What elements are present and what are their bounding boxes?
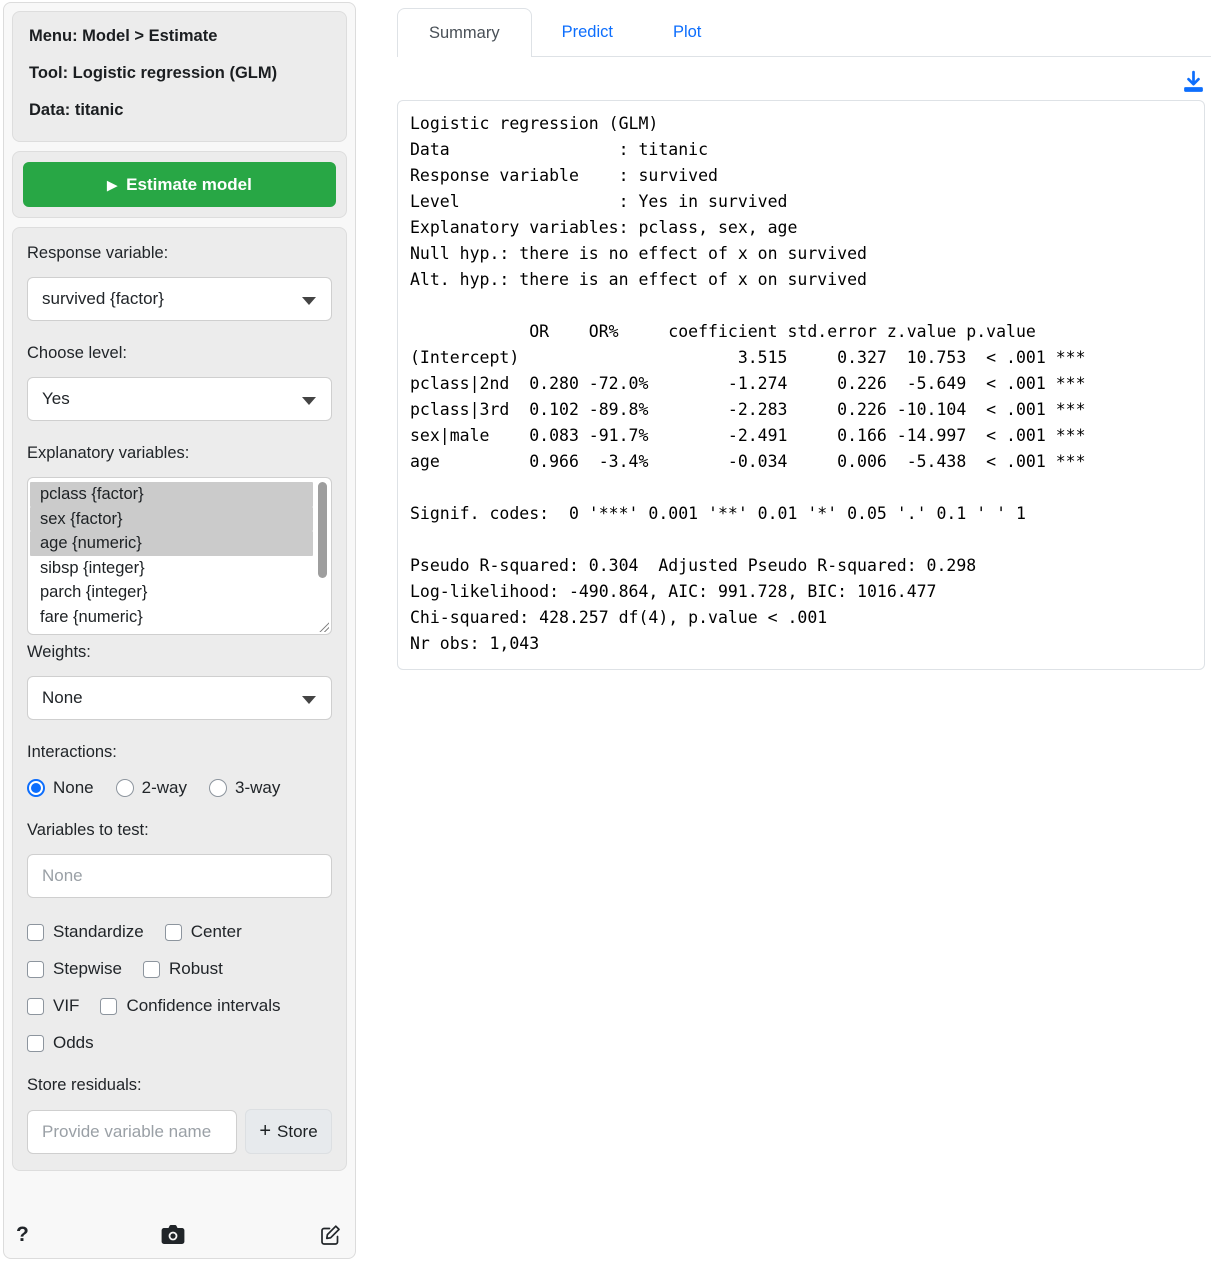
edit-report-icon[interactable] [318,1223,343,1248]
explanatory-variables-listbox[interactable]: pclass {factor} sex {factor} age {numeri… [27,477,332,635]
menu-breadcrumb: Menu: Model > Estimate [29,27,330,46]
checkbox-standardize[interactable]: Standardize [27,922,144,942]
store-residuals-input[interactable] [27,1110,237,1154]
main-panel: Summary Predict Plot Logistic regression… [397,0,1211,1262]
checkbox-label: Robust [169,959,223,979]
list-item-fare[interactable]: fare {numeric} [30,605,313,630]
checkbox-label: Center [191,922,242,942]
list-item-age[interactable]: age {numeric} [30,531,313,556]
checkbox-icon[interactable] [27,924,44,941]
checkbox-icon[interactable] [27,1035,44,1052]
checkbox-robust[interactable]: Robust [143,959,223,979]
explanatory-variables-label: Explanatory variables: [27,444,332,463]
checkbox-icon[interactable] [165,924,182,941]
interactions-radio-group: None 2-way 3-way [27,778,332,798]
plus-icon: + [259,1121,271,1141]
chevron-down-icon [302,696,316,704]
variables-to-test-label: Variables to test: [27,821,332,840]
summary-output: Logistic regression (GLM) Data : titanic… [397,100,1205,670]
radio-selected-icon[interactable] [27,779,45,797]
dataset-label: Data: titanic [29,101,330,120]
scrollbar-thumb[interactable] [318,482,327,578]
store-button[interactable]: + Store [245,1109,332,1154]
checkbox-row-3: VIF Confidence intervals [27,996,332,1016]
radio-label: None [53,778,94,798]
tab-summary[interactable]: Summary [397,8,532,57]
screenshot-camera-icon[interactable] [160,1223,186,1247]
radio-icon[interactable] [209,779,227,797]
checkbox-icon[interactable] [27,961,44,978]
checkbox-vif[interactable]: VIF [27,996,79,1016]
store-residuals-label: Store residuals: [27,1076,332,1095]
model-sidebar: Menu: Model > Estimate Tool: Logistic re… [3,2,356,1259]
list-item-sex[interactable]: sex {factor} [30,507,313,532]
radio-label: 3-way [235,778,280,798]
response-variable-value: survived {factor} [42,289,164,309]
model-controls-panel: Response variable: survived {factor} Cho… [12,227,347,1171]
radio-option-3way[interactable]: 3-way [209,778,280,798]
checkbox-stepwise[interactable]: Stepwise [27,959,122,979]
chevron-down-icon [302,297,316,305]
weights-label: Weights: [27,643,332,662]
play-icon: ▶ [107,179,117,192]
tab-bar: Summary Predict Plot [397,8,1211,57]
weights-select[interactable]: None [27,676,332,720]
help-icon[interactable]: ? [16,1223,29,1247]
estimate-panel: ▶ Estimate model [12,151,347,218]
checkbox-icon[interactable] [27,998,44,1015]
checkbox-label: VIF [53,996,79,1016]
list-item-name[interactable]: name {character} [30,629,313,635]
checkbox-row-1: Standardize Center [27,922,332,942]
download-icon[interactable] [1181,69,1206,100]
checkbox-icon[interactable] [100,998,117,1015]
radio-icon[interactable] [116,779,134,797]
model-info-panel: Menu: Model > Estimate Tool: Logistic re… [12,11,347,142]
resize-handle-icon[interactable] [318,621,329,632]
weights-value: None [42,688,83,708]
checkbox-icon[interactable] [143,961,160,978]
tab-plot[interactable]: Plot [643,8,731,56]
choose-level-value: Yes [42,389,70,409]
checkbox-center[interactable]: Center [165,922,242,942]
store-residuals-row: + Store [27,1109,332,1154]
radio-label: 2-way [142,778,187,798]
checkbox-odds[interactable]: Odds [27,1033,94,1053]
chevron-down-icon [302,397,316,405]
list-item-pclass[interactable]: pclass {factor} [30,482,313,507]
radio-option-2way[interactable]: 2-way [116,778,187,798]
store-button-label: Store [277,1122,318,1142]
response-variable-select[interactable]: survived {factor} [27,277,332,321]
estimate-model-button[interactable]: ▶ Estimate model [23,162,336,207]
checkbox-label: Odds [53,1033,94,1053]
estimate-model-label: Estimate model [126,175,252,195]
checkbox-row-2: Stepwise Robust [27,959,332,979]
variables-to-test-input[interactable] [27,854,332,898]
sidebar-footer: ? [12,1218,347,1252]
checkbox-confidence-intervals[interactable]: Confidence intervals [100,996,280,1016]
choose-level-label: Choose level: [27,344,332,363]
tool-label: Tool: Logistic regression (GLM) [29,64,330,83]
checkbox-label: Standardize [53,922,144,942]
choose-level-select[interactable]: Yes [27,377,332,421]
radio-option-none[interactable]: None [27,778,94,798]
checkbox-label: Stepwise [53,959,122,979]
tab-predict[interactable]: Predict [532,8,643,56]
interactions-label: Interactions: [27,743,332,762]
list-item-parch[interactable]: parch {integer} [30,580,313,605]
list-item-sibsp[interactable]: sibsp {integer} [30,556,313,581]
checkbox-row-4: Odds [27,1033,332,1053]
response-variable-label: Response variable: [27,244,332,263]
checkbox-label: Confidence intervals [126,996,280,1016]
